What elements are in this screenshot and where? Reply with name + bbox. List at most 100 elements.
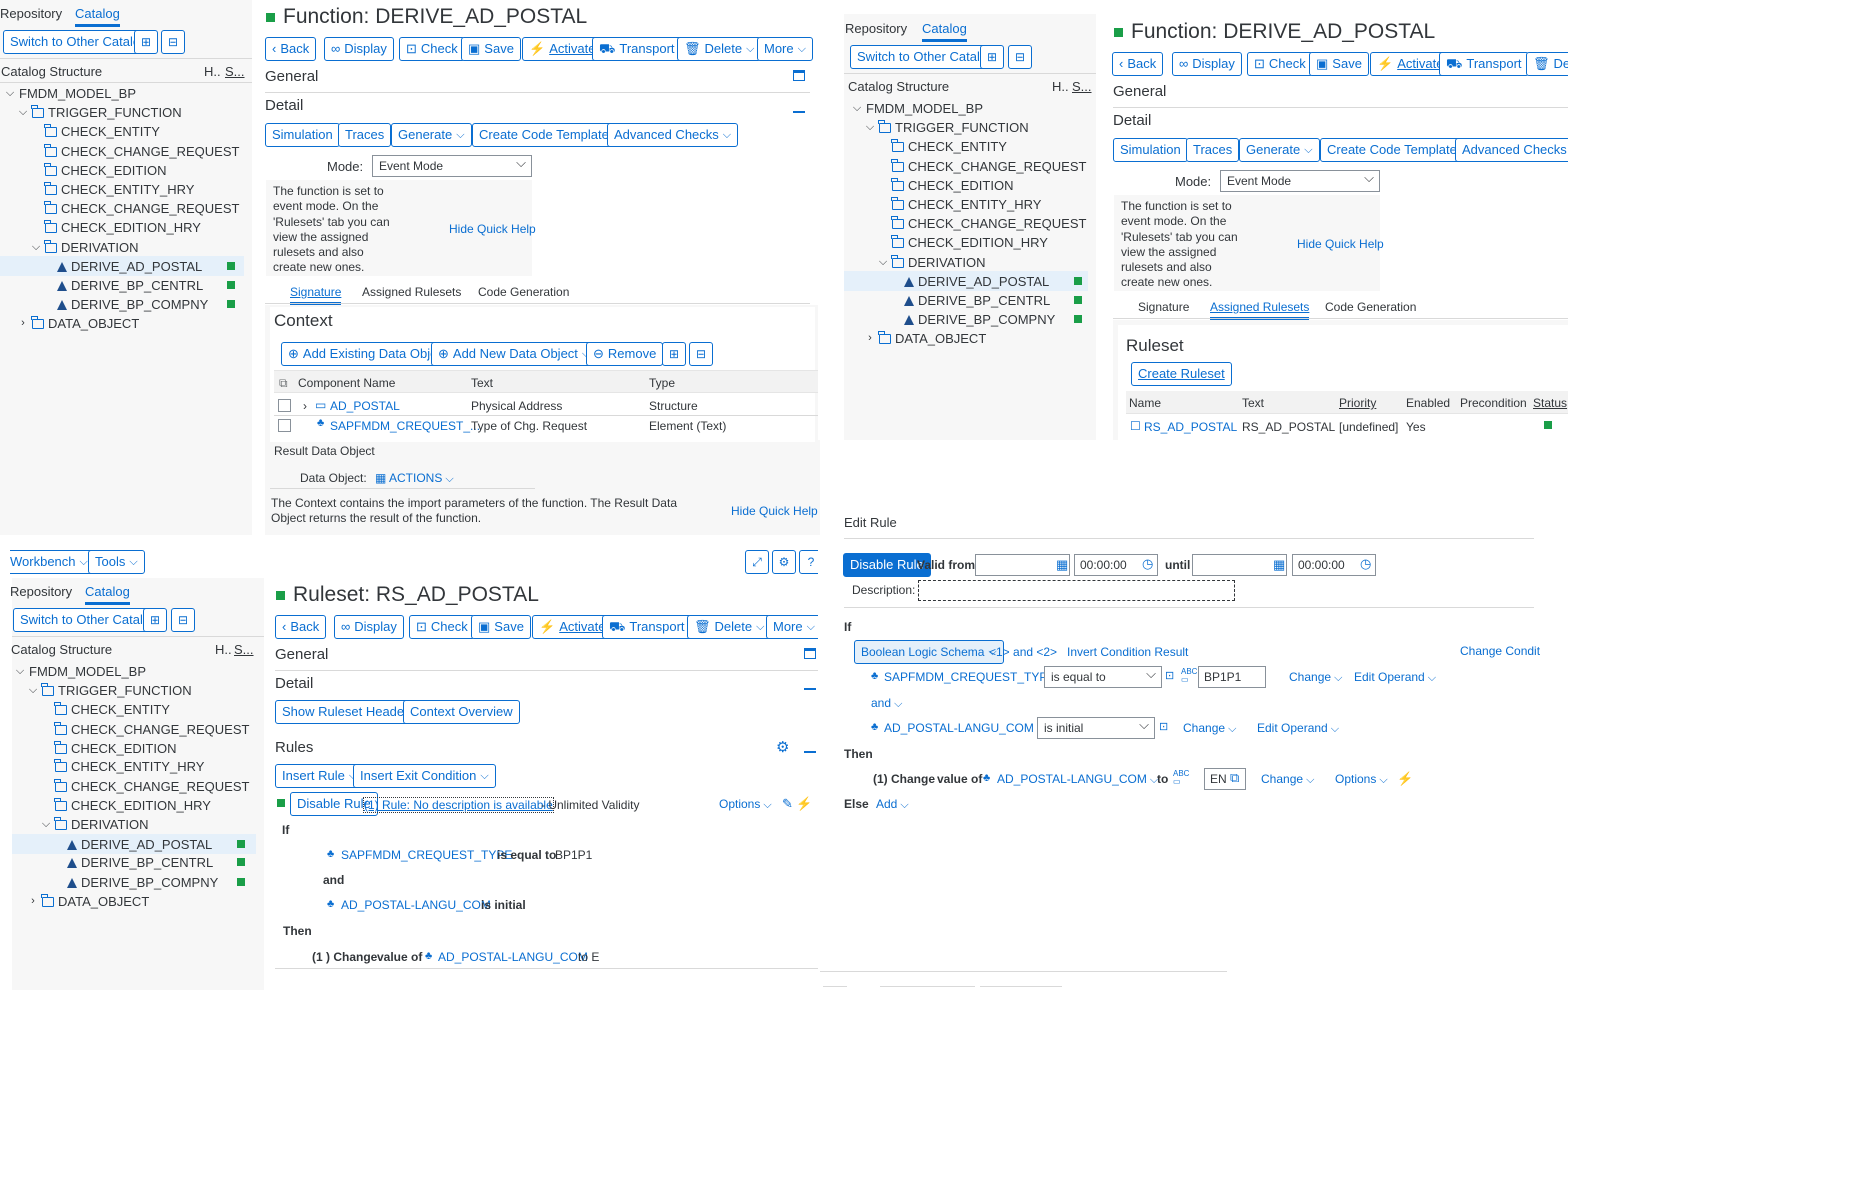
tools-menu[interactable]: Tools bbox=[88, 550, 145, 574]
action-object[interactable]: AD_POSTAL-LANGU_COM bbox=[438, 950, 588, 964]
collapse-icon[interactable] bbox=[793, 111, 805, 113]
fullscreen-icon[interactable]: ⤢ bbox=[745, 550, 769, 574]
wand-icon[interactable]: ⚡ bbox=[796, 796, 812, 812]
tree-check-edition-hry[interactable]: CHECK_EDITION_HRY bbox=[54, 796, 211, 815]
create-code-template-button[interactable]: Create Code Template bbox=[1320, 138, 1464, 162]
display-button[interactable]: ∞ Display bbox=[324, 37, 394, 61]
tree-trigger[interactable]: ⌵ TRIGGER_FUNCTION bbox=[865, 118, 1029, 137]
show-ruleset-header-button[interactable]: Show Ruleset Header bbox=[275, 700, 416, 724]
advanced-checks-button[interactable]: Advanced Checks bbox=[607, 123, 739, 147]
tree-check-entity-hry[interactable]: CHECK_ENTITY_HRY bbox=[891, 195, 1041, 214]
tree-derivation[interactable]: ⌵ DERIVATION bbox=[31, 238, 139, 257]
display-button[interactable]: ∞ Display bbox=[334, 615, 404, 639]
collapse-all-icon[interactable]: ⊟ bbox=[689, 342, 713, 366]
add-existing-data-object-button[interactable]: ⊕ Add Existing Data Object bbox=[281, 342, 455, 366]
clock-icon[interactable]: ◷ bbox=[1142, 556, 1153, 572]
tree-data-object[interactable]: › DATA_OBJECT bbox=[18, 314, 139, 333]
switch-catalog-button[interactable]: Switch to Other Catalog bbox=[13, 608, 165, 632]
change-menu[interactable]: Change bbox=[1261, 772, 1314, 787]
edit-icon[interactable]: ✎ bbox=[782, 796, 793, 812]
check-button[interactable]: ⊡ Check bbox=[399, 37, 465, 61]
clock-icon[interactable]: ◷ bbox=[1360, 556, 1371, 572]
to-value-input[interactable]: EN bbox=[1204, 768, 1246, 790]
delete-button[interactable]: 🗑Delete bbox=[687, 615, 772, 639]
data-object-value[interactable]: ▦ ACTIONS bbox=[375, 471, 454, 486]
tree-trigger[interactable]: ⌵ TRIGGER_FUNCTION bbox=[18, 103, 182, 122]
cond2-operator-select[interactable]: is initial bbox=[1037, 715, 1155, 739]
options-menu[interactable]: Options bbox=[1335, 772, 1388, 787]
create-ruleset-button[interactable]: Create Ruleset bbox=[1131, 362, 1232, 386]
simulation-button[interactable]: Simulation bbox=[1113, 138, 1188, 162]
tree-derive-bp-centrl[interactable]: DERIVE_BP_CENTRL bbox=[904, 291, 1050, 310]
tree-derivation[interactable]: ⌵ DERIVATION bbox=[878, 253, 986, 272]
info-icon[interactable]: ⊡ bbox=[1165, 669, 1174, 682]
generate-button[interactable]: Generate bbox=[1239, 138, 1320, 162]
tree-check-change-request-2[interactable]: CHECK_CHANGE_REQUEST bbox=[44, 199, 239, 218]
delete-button[interactable]: 🗑Delete bbox=[677, 37, 762, 61]
mode-select[interactable]: Event Mode bbox=[372, 153, 532, 177]
advanced-checks-button[interactable]: Advanced Checks bbox=[1455, 138, 1568, 162]
tree-check-entity-hry[interactable]: CHECK_ENTITY_HRY bbox=[54, 757, 204, 776]
activate-button[interactable]: ⚡ Activate bbox=[522, 37, 603, 61]
edit-operand-menu[interactable]: Edit Operand bbox=[1257, 721, 1339, 736]
tab-assigned-rulesets[interactable]: Assigned Rulesets bbox=[362, 285, 461, 299]
wand-icon[interactable]: ⚡ bbox=[1397, 771, 1413, 787]
tree-derive-ad-postal[interactable]: DERIVE_AD_POSTAL bbox=[67, 835, 212, 854]
collapse-icon[interactable] bbox=[804, 688, 816, 690]
tree-derive-bp-compny[interactable]: DERIVE_BP_COMPNY bbox=[904, 310, 1055, 329]
invert-condition-link[interactable]: Invert Condition Result bbox=[1067, 645, 1188, 659]
back-button[interactable]: ‹ Back bbox=[1112, 52, 1164, 76]
switch-catalog-button[interactable]: Switch to Other Catalog bbox=[850, 45, 1002, 69]
insert-exit-condition-button[interactable]: Insert Exit Condition bbox=[353, 764, 496, 788]
expand-all-icon[interactable]: ⊞ bbox=[980, 45, 1004, 69]
simulation-button[interactable]: Simulation bbox=[265, 123, 340, 147]
help-icon[interactable]: ? bbox=[799, 550, 818, 574]
cond1-object[interactable]: SAPFMDM_CREQUEST_TYPE bbox=[341, 848, 512, 862]
tab-signature[interactable]: Signature bbox=[1138, 300, 1189, 314]
hide-quick-help-link[interactable]: Hide Quick Help bbox=[731, 504, 818, 518]
change-menu[interactable]: Change bbox=[1289, 670, 1342, 685]
transport-button[interactable]: ⛟ Transport bbox=[602, 615, 692, 639]
change-condition-link[interactable]: Change Condit bbox=[1460, 644, 1540, 658]
select-all-icon[interactable]: ⧉ bbox=[279, 376, 288, 391]
expand-all-icon[interactable]: ⊞ bbox=[662, 342, 686, 366]
more-button[interactable]: More bbox=[766, 615, 818, 639]
check-button[interactable]: ⊡ Check bbox=[409, 615, 475, 639]
tree-derive-ad-postal[interactable]: DERIVE_AD_POSTAL bbox=[904, 272, 1049, 291]
row-checkbox[interactable] bbox=[278, 399, 291, 412]
tree-check-edition-hry[interactable]: CHECK_EDITION_HRY bbox=[891, 233, 1048, 252]
rule-link[interactable]: (1) Rule: No description is available bbox=[363, 797, 554, 813]
edit-operand-menu[interactable]: Edit Operand bbox=[1354, 670, 1436, 685]
value-help-icon[interactable]: ⧉ bbox=[1230, 770, 1239, 786]
options-menu[interactable]: Options bbox=[719, 797, 772, 812]
tab-catalog[interactable]: Catalog bbox=[75, 6, 120, 27]
tree-check-change-request[interactable]: CHECK_CHANGE_REQUEST bbox=[44, 142, 239, 161]
tree-root[interactable]: ⌵ FMDM_MODEL_BP bbox=[15, 662, 146, 681]
boolean-logic-schema-button[interactable]: Boolean Logic Schema bbox=[854, 640, 1004, 664]
tree-check-entity[interactable]: CHECK_ENTITY bbox=[891, 137, 1007, 156]
display-button[interactable]: ∞ Display bbox=[1172, 52, 1242, 76]
switch-catalog-button[interactable]: Switch to Other Catalog bbox=[3, 30, 155, 54]
more-button[interactable]: More bbox=[757, 37, 813, 61]
tab-repository[interactable]: Repository bbox=[10, 584, 72, 599]
traces-button[interactable]: Traces bbox=[1186, 138, 1240, 162]
cond1-operator-select[interactable]: is equal to bbox=[1044, 664, 1162, 688]
row-checkbox[interactable] bbox=[278, 419, 291, 432]
tree-derive-bp-centrl[interactable]: DERIVE_BP_CENTRL bbox=[57, 276, 203, 295]
tree-derive-bp-compny[interactable]: DERIVE_BP_COMPNY bbox=[57, 295, 208, 314]
generate-button[interactable]: Generate bbox=[391, 123, 472, 147]
col-priority[interactable]: Priority bbox=[1339, 396, 1376, 410]
tree-check-change-request[interactable]: CHECK_CHANGE_REQUEST bbox=[54, 720, 249, 739]
info-icon[interactable]: ⊡ bbox=[1159, 720, 1168, 733]
back-button[interactable]: ‹ Back bbox=[275, 615, 327, 639]
col-status[interactable]: Status bbox=[1533, 396, 1567, 410]
traces-button[interactable]: Traces bbox=[338, 123, 392, 147]
tree-data-object[interactable]: › DATA_OBJECT bbox=[865, 329, 986, 348]
tree-check-entity[interactable]: CHECK_ENTITY bbox=[44, 122, 160, 141]
cond1-object[interactable]: SAPFMDM_CREQUEST_TYPE bbox=[884, 670, 1055, 684]
tab-signature[interactable]: Signature bbox=[290, 285, 342, 305]
context-overview-button[interactable]: Context Overview bbox=[403, 700, 520, 724]
tab-catalog[interactable]: Catalog bbox=[922, 21, 967, 42]
tree-check-change-request-2[interactable]: CHECK_CHANGE_REQUEST bbox=[891, 214, 1086, 233]
schema-link[interactable]: <1> and <2> bbox=[989, 645, 1057, 659]
